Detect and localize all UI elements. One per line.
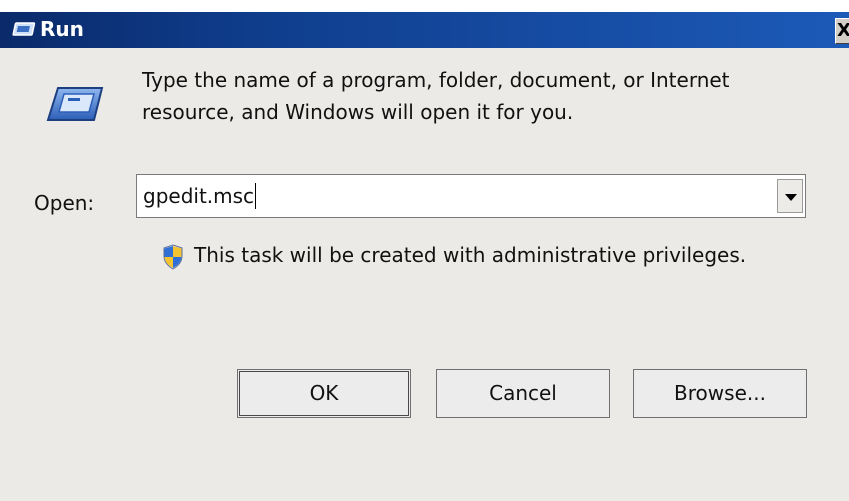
close-button[interactable]: X <box>835 18 849 44</box>
chevron-down-icon[interactable] <box>777 179 803 213</box>
title-bar[interactable]: Run X <box>0 12 849 48</box>
run-dialog: Run X Type the name of a program, folder… <box>0 0 849 501</box>
description-line-2: resource, and Windows will open it for y… <box>142 100 574 124</box>
browse-button[interactable]: Browse... <box>633 369 807 418</box>
description-text: Type the name of a program, folder, docu… <box>142 64 822 128</box>
description-line-1: Type the name of a program, folder, docu… <box>142 68 730 92</box>
run-icon <box>44 80 104 126</box>
ok-button[interactable]: OK <box>237 369 411 418</box>
open-combobox[interactable]: gpedit.msc <box>136 174 806 218</box>
cancel-button[interactable]: Cancel <box>436 369 610 418</box>
window-title: Run <box>40 17 84 41</box>
open-input[interactable]: gpedit.msc <box>143 183 257 209</box>
uac-shield-icon <box>162 244 184 270</box>
open-label: Open: <box>34 191 95 215</box>
run-icon <box>12 21 36 39</box>
admin-privileges-note: This task will be created with administr… <box>194 243 747 267</box>
dialog-body: Type the name of a program, folder, docu… <box>0 48 849 501</box>
